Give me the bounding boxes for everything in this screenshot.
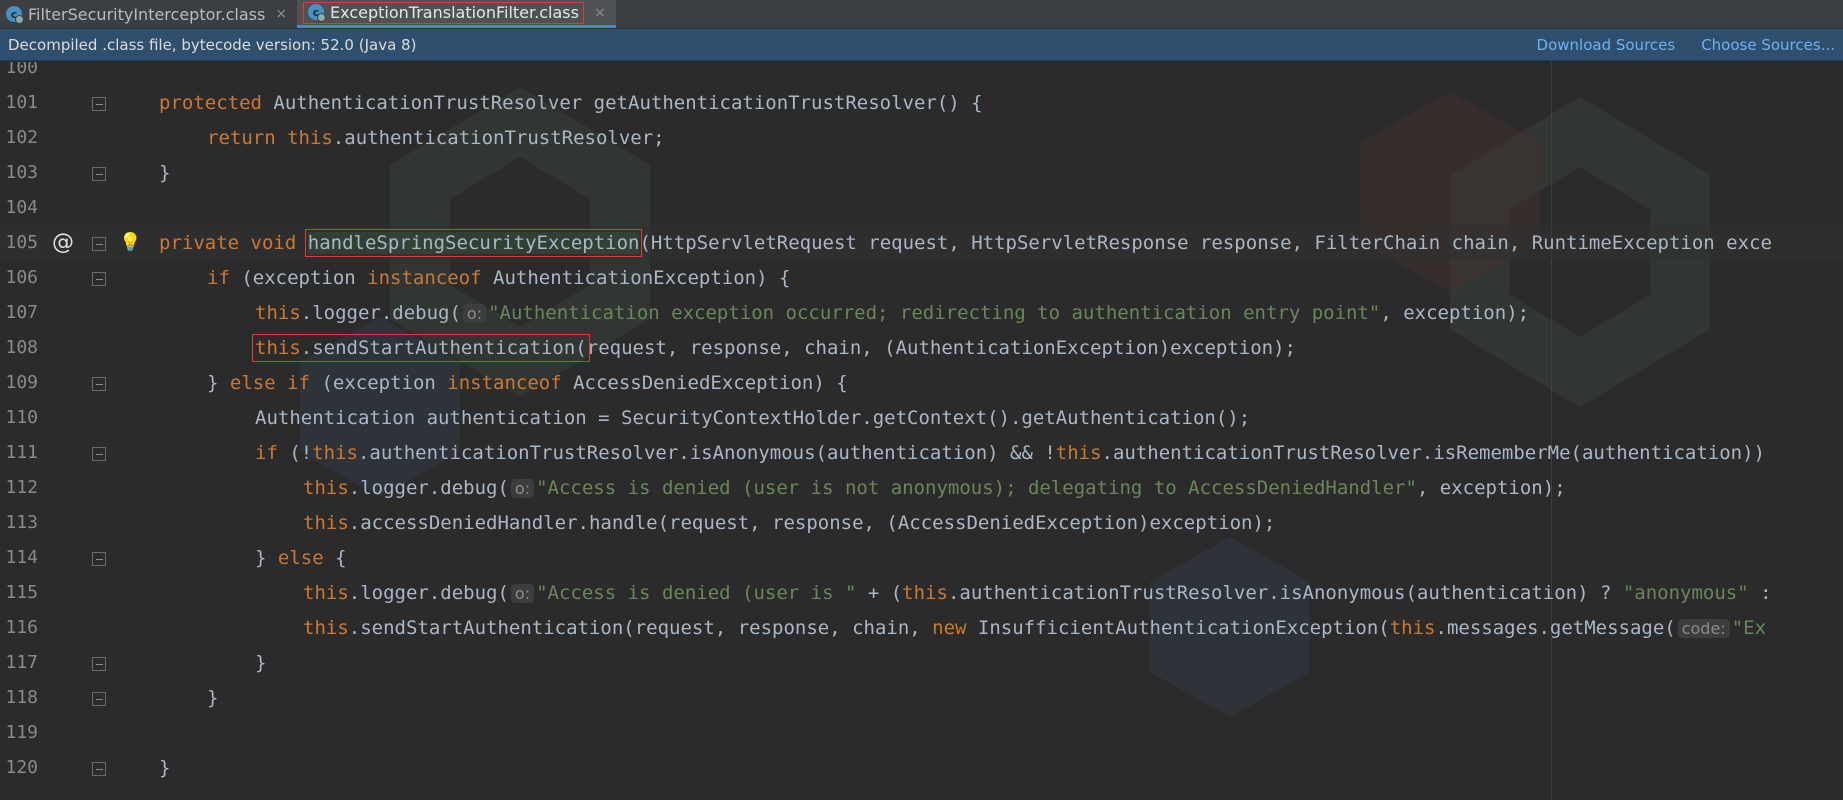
fold-marker-icon[interactable] [92,97,106,111]
decompiled-info-banner: Decompiled .class file, bytecode version… [0,29,1843,61]
code-line: 113 this.accessDeniedHandler.handle(requ… [0,505,1843,540]
parameter-hint: code: [1677,618,1730,638]
line-number: 110 [5,407,38,428]
tab-filter-security-interceptor[interactable]: c FilterSecurityInterceptor.class × [0,0,297,28]
tab-label: ExceptionTranslationFilter.class [330,2,579,22]
close-icon[interactable]: × [594,5,606,21]
code-line: 117 } [0,645,1843,680]
fold-marker-icon[interactable] [92,552,106,566]
code-text: private void handleSpringSecurityExcepti… [159,228,1772,257]
code-line: 112 this.logger.debug(o: "Access is denie… [0,470,1843,505]
code-text: this.logger.debug(o: "Access is denied (u… [303,581,1772,604]
code-text: this.sendStartAuthentication(request, re… [303,616,1767,639]
code-line: 109 } else if (exception instanceof Acce… [0,365,1843,400]
code-text: } [159,756,171,779]
code-text: this.logger.debug(o: "Access is denied (u… [303,476,1566,499]
line-number: 111 [5,442,38,463]
code-line: 101 protected AuthenticationTrustResolve… [0,85,1843,120]
banner-text: Decompiled .class file, bytecode version… [8,35,417,54]
code-text: } else { [255,546,347,569]
tab-label: FilterSecurityInterceptor.class [28,4,266,24]
line-number: 117 [5,652,38,673]
line-number: 115 [5,582,38,603]
close-icon[interactable]: × [275,6,287,22]
line-number: 107 [5,302,38,323]
fold-marker-icon[interactable] [92,377,106,391]
code-line: 103 } [0,155,1843,190]
code-line: 118 } [0,680,1843,715]
line-number: 104 [5,197,38,218]
tab-exception-translation-filter[interactable]: c ExceptionTranslationFilter.class × [297,0,616,28]
line-number: 103 [5,162,38,183]
code-line: 106 if (exception instanceof Authenticat… [0,260,1843,295]
line-number: 113 [5,512,38,533]
line-number: 100 [5,62,38,78]
code-line: 114 } else { [0,540,1843,575]
highlighted-tab-box: c ExceptionTranslationFilter.class [303,1,584,24]
code-text: } [159,161,171,184]
code-line: 111 if (!this.authenticationTrustResolve… [0,435,1843,470]
banner-links: Download Sources Choose Sources... [1537,36,1835,54]
download-sources-link[interactable]: Download Sources [1537,36,1676,54]
code-text: this.sendStartAuthentication(request, re… [252,333,1296,362]
code-line: 115 this.logger.debug(o: "Access is denie… [0,575,1843,610]
parameter-hint: o: [462,303,487,323]
lightbulb-icon[interactable]: 💡 [119,232,141,253]
code-text: return this.authenticationTrustResolver; [207,126,665,149]
editor-tab-bar: c FilterSecurityInterceptor.class × c Ex… [0,0,1843,29]
fold-marker-icon[interactable] [92,657,106,671]
class-file-icon: c [308,4,327,22]
line-number: 116 [5,617,38,638]
code-text: } else if (exception instanceof AccessDe… [207,371,848,394]
line-number: 108 [5,337,38,358]
choose-sources-link[interactable]: Choose Sources... [1701,36,1835,54]
line-number: 105 [5,232,38,253]
line-number: 102 [5,127,38,148]
parameter-hint: o: [510,478,535,498]
code-line: 116 this.sendStartAuthentication(request… [0,610,1843,645]
override-marker-icon[interactable]: @ [52,230,74,255]
code-line: 104 [0,190,1843,225]
code-text: this.accessDeniedHandler.handle(request,… [303,511,1276,534]
code-text: } [255,651,267,674]
fold-marker-icon[interactable] [92,167,106,181]
highlighted-call: this.sendStartAuthentication( [252,333,590,362]
line-number: 120 [5,757,38,778]
highlighted-method-name: handleSpringSecurityException [304,228,643,257]
line-number: 114 [5,547,38,568]
code-text: if (exception instanceof AuthenticationE… [207,266,791,289]
code-text: } [207,686,219,709]
line-number: 119 [5,722,38,743]
code-line: 120 } [0,750,1843,785]
code-text: protected AuthenticationTrustResolver ge… [159,91,983,114]
fold-marker-icon[interactable] [92,447,106,461]
code-line: 102 return this.authenticationTrustResol… [0,120,1843,155]
code-line: 100 [0,62,1843,85]
line-number: 106 [5,267,38,288]
parameter-hint: o: [510,583,535,603]
code-text: Authentication authentication = Security… [255,406,1251,429]
fold-marker-icon[interactable] [92,762,106,776]
code-text: if (!this.authenticationTrustResolver.is… [255,441,1765,464]
class-file-icon: c [6,6,24,24]
line-number: 109 [5,372,38,393]
code-line-current: 105 @ 💡 private void handleSpringSecurit… [0,225,1843,260]
code-line: 110 Authentication authentication = Secu… [0,400,1843,435]
code-line: 107 this.logger.debug(o: "Authentication … [0,295,1843,330]
fold-marker-icon[interactable] [92,272,106,286]
line-number: 101 [5,92,38,113]
code-line: 108 this.sendStartAuthentication(request… [0,330,1843,365]
line-number: 112 [5,477,38,498]
fold-marker-icon[interactable] [92,692,106,706]
code-text: this.logger.debug(o: "Authentication exce… [255,301,1530,324]
fold-marker-icon[interactable] [92,237,106,251]
line-number: 118 [5,687,38,708]
code-line: 119 [0,715,1843,750]
code-editor[interactable]: 100 101 protected AuthenticationTrustRes… [0,62,1843,800]
